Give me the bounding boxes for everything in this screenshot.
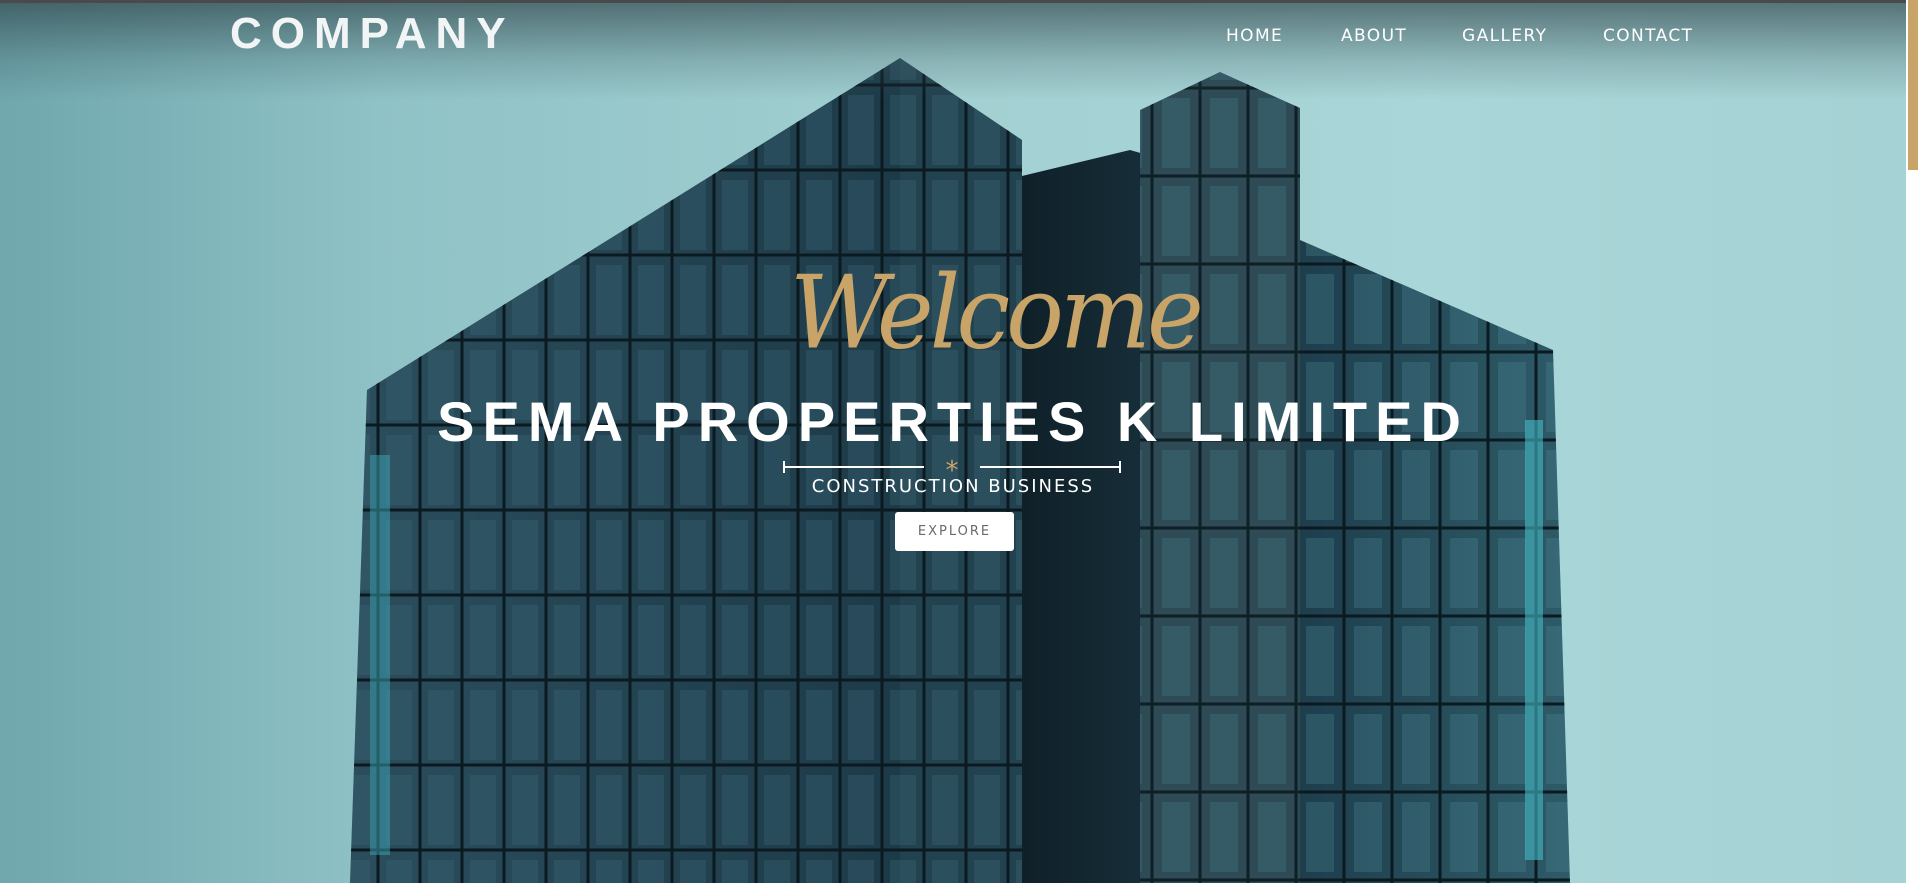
welcome-script-heading: Welcome — [790, 254, 1204, 372]
nav-link-contact[interactable]: CONTACT — [1603, 24, 1693, 48]
navbar: COMPANY HOME ABOUT GALLERY CONTACT — [0, 0, 1906, 72]
hero-section: COMPANY HOME ABOUT GALLERY CONTACT Welco… — [0, 0, 1906, 883]
explore-button[interactable]: EXPLORE — [895, 512, 1014, 551]
nav-link-gallery[interactable]: GALLERY — [1462, 24, 1547, 48]
page: COMPANY HOME ABOUT GALLERY CONTACT Welco… — [0, 0, 1918, 893]
nav-link-home[interactable]: HOME — [1226, 24, 1283, 48]
scrollbar-thumb[interactable] — [1908, 0, 1918, 170]
hero-subtitle: CONSTRUCTION BUSINESS — [811, 476, 1095, 497]
company-logo[interactable]: COMPANY — [230, 8, 515, 60]
top-border — [0, 0, 1918, 3]
company-name-heading: SEMA PROPERTIES K LIMITED — [437, 390, 1469, 453]
nav-link-about[interactable]: ABOUT — [1341, 24, 1407, 48]
hero-content: Welcome SEMA PROPERTIES K LIMITED * CONS… — [0, 0, 1906, 883]
